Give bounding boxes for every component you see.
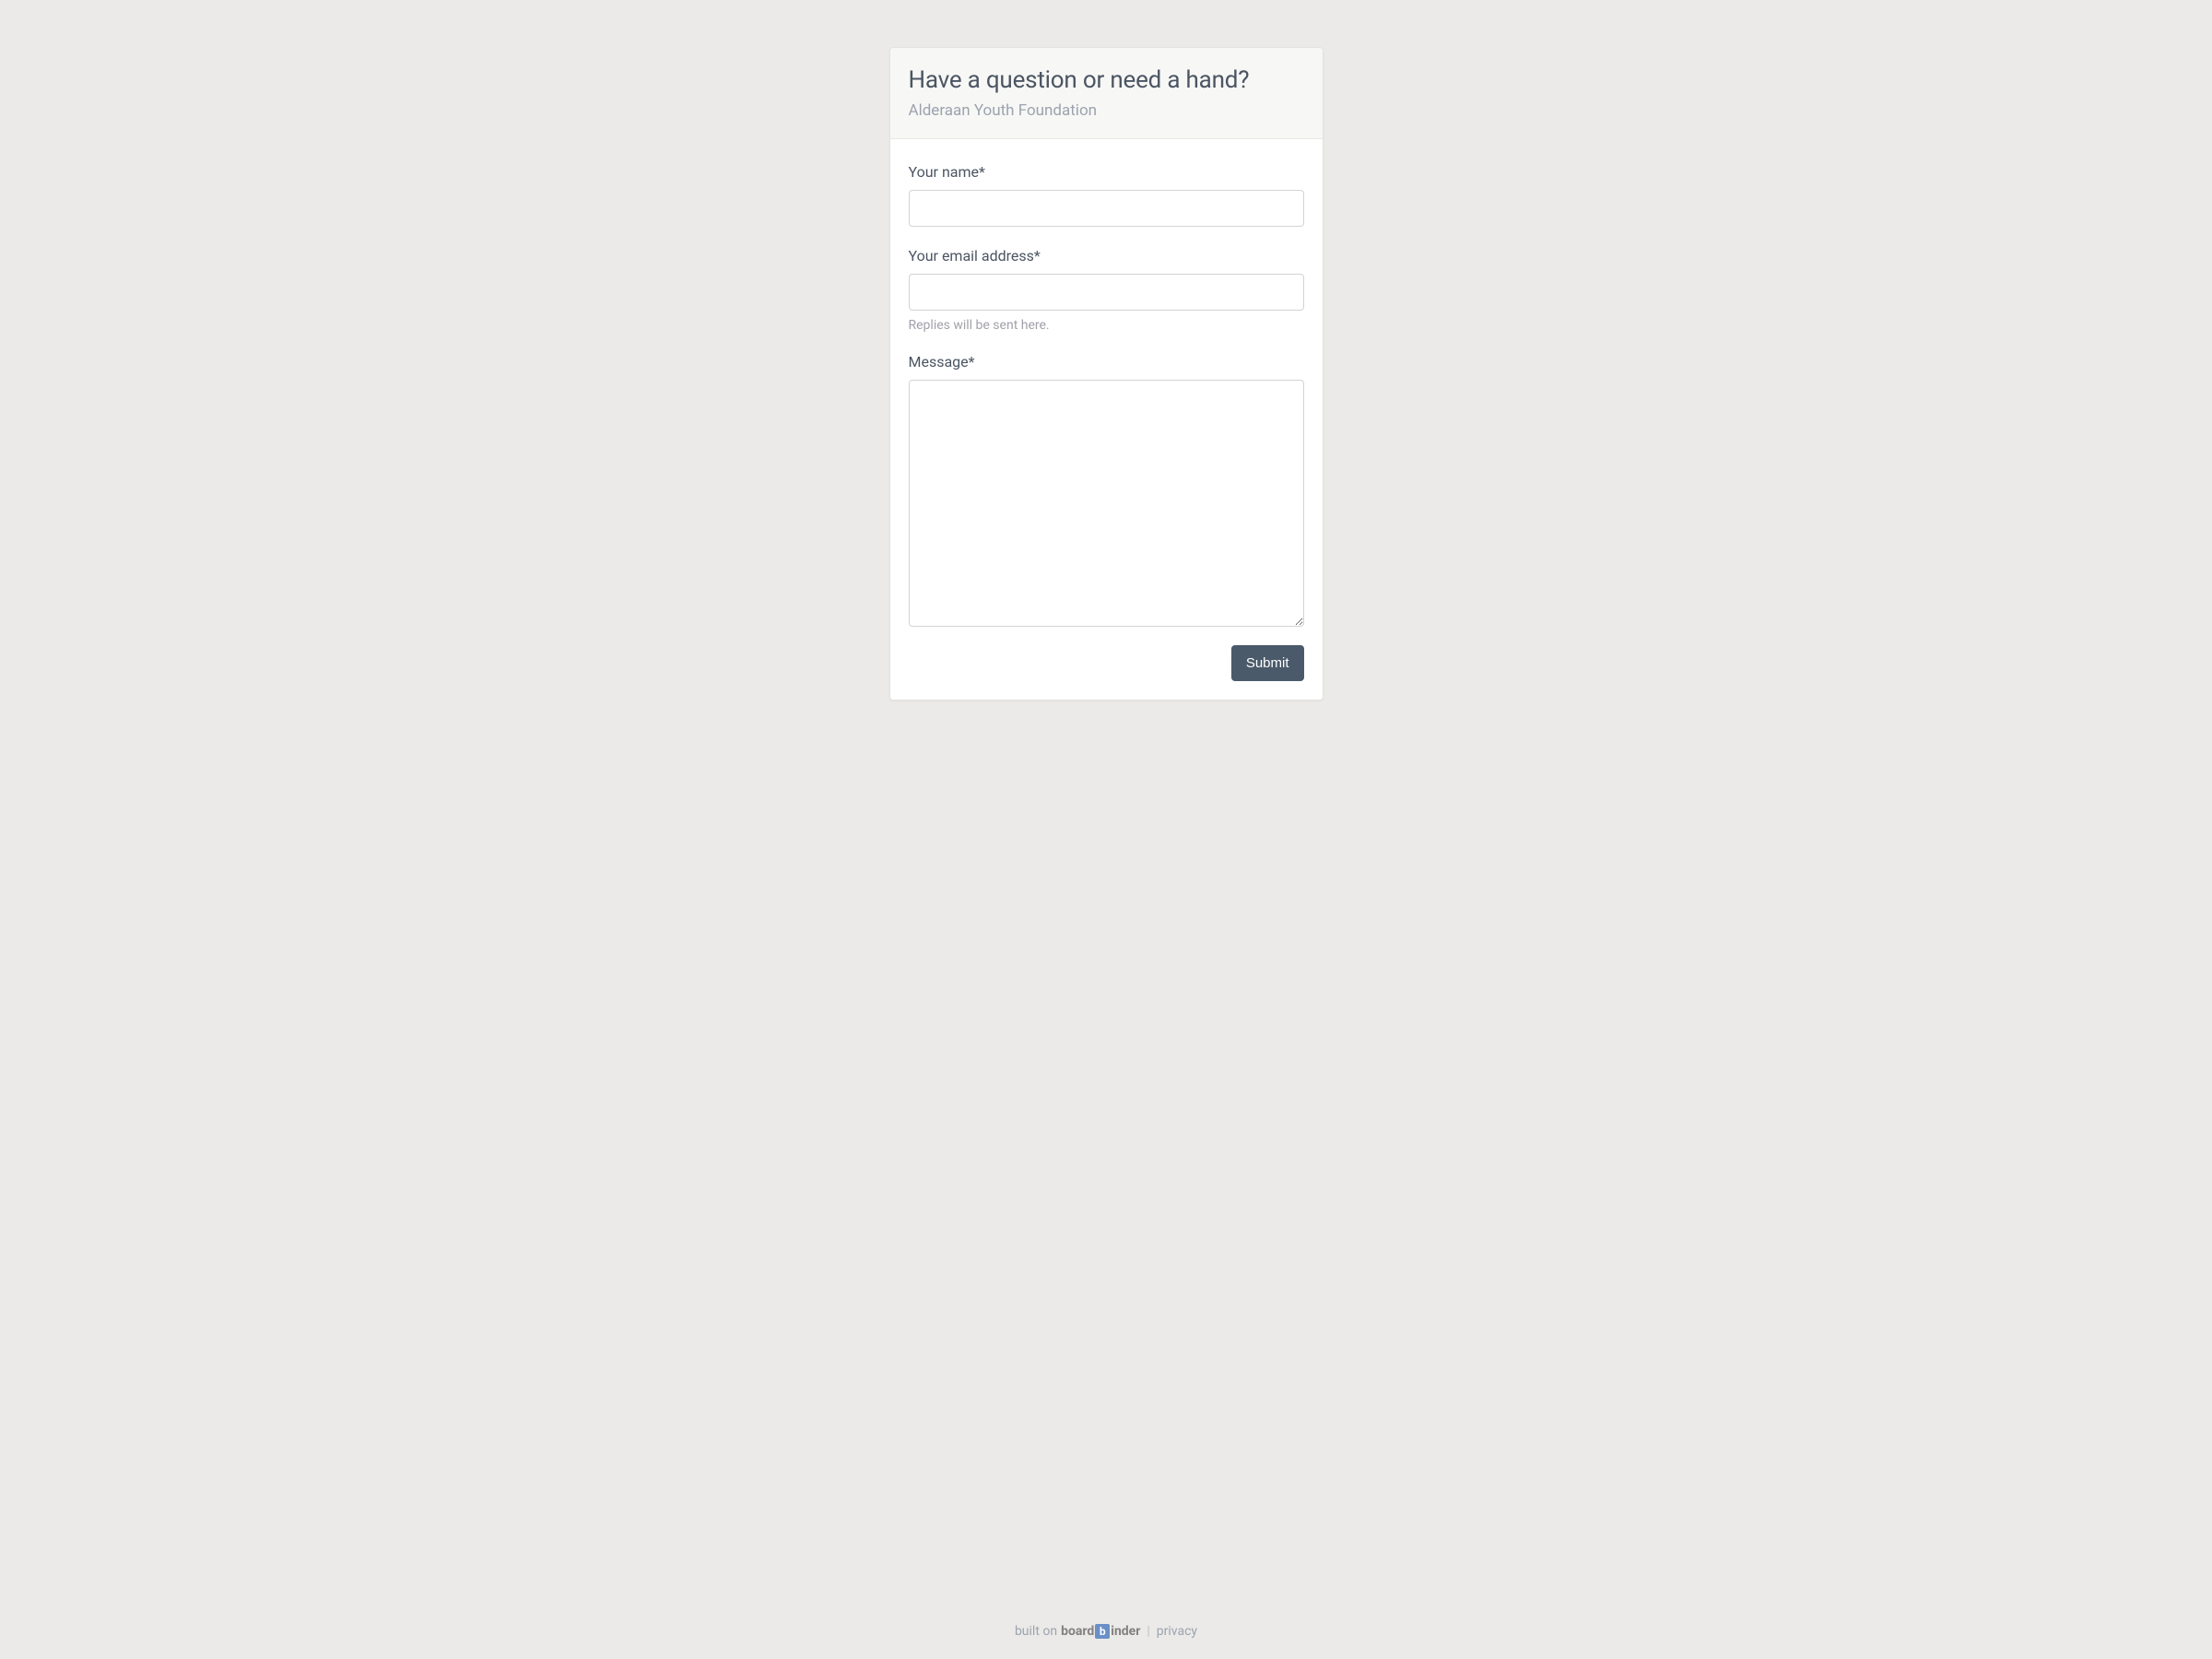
brand-text-post: inder — [1111, 1624, 1140, 1639]
email-group: Your email address* Replies will be sent… — [909, 247, 1304, 333]
brand-logo-icon: b — [1095, 1624, 1110, 1639]
name-input[interactable] — [909, 190, 1304, 227]
brand-text-pre: board — [1061, 1624, 1094, 1639]
email-hint: Replies will be sent here. — [909, 318, 1304, 333]
name-group: Your name* — [909, 163, 1304, 227]
name-label: Your name* — [909, 163, 1304, 181]
footer-built-on: built on — [1015, 1624, 1057, 1639]
org-subtitle: Alderaan Youth Foundation — [909, 101, 1304, 120]
footer-separator: | — [1147, 1624, 1149, 1639]
card-header: Have a question or need a hand? Alderaan… — [890, 48, 1323, 139]
brand-link[interactable]: board b inder — [1061, 1624, 1140, 1639]
email-input[interactable] — [909, 274, 1304, 311]
message-group: Message* — [909, 353, 1304, 630]
form-actions: Submit — [909, 645, 1304, 681]
privacy-link[interactable]: privacy — [1157, 1624, 1197, 1639]
message-label: Message* — [909, 353, 1304, 371]
email-label: Your email address* — [909, 247, 1304, 265]
page-title: Have a question or need a hand? — [909, 66, 1304, 94]
footer: built on board b inder | privacy — [1015, 1604, 1197, 1659]
contact-card: Have a question or need a hand? Alderaan… — [889, 47, 1324, 700]
message-textarea[interactable] — [909, 380, 1304, 627]
submit-button[interactable]: Submit — [1231, 645, 1304, 681]
card-body: Your name* Your email address* Replies w… — [890, 139, 1323, 700]
